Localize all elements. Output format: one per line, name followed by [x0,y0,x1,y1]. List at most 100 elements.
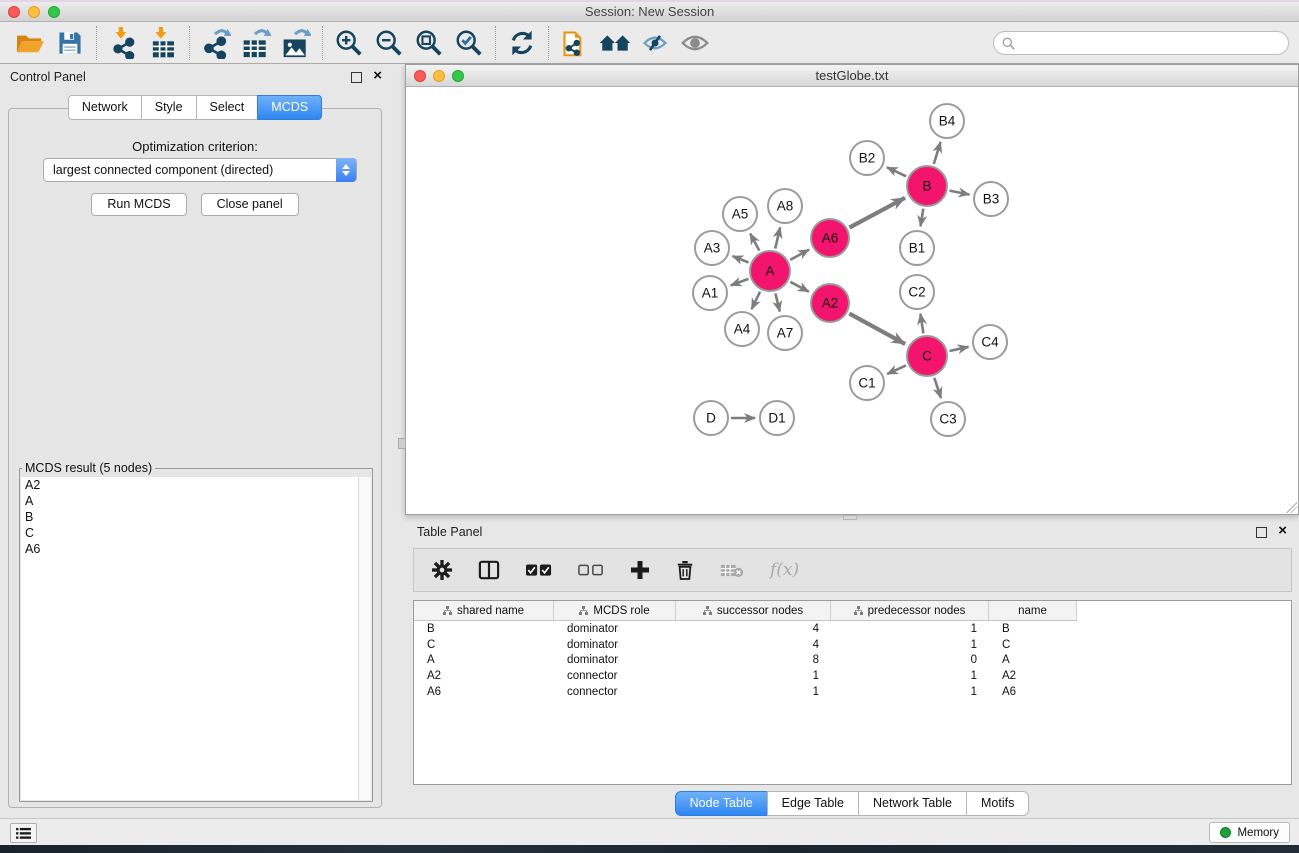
tab-style[interactable]: Style [141,95,197,120]
table-row[interactable]: A2connector11A2 [414,668,1291,684]
result-scrollbar[interactable] [358,477,371,800]
vertical-splitter-handle[interactable] [843,515,857,520]
tab-motifs[interactable]: Motifs [966,791,1029,816]
close-panel-button[interactable]: Close panel [201,193,299,216]
network-close-button[interactable] [414,70,426,82]
graph-node-C3[interactable]: C3 [931,402,965,436]
tab-network[interactable]: Network [68,95,142,120]
tab-select[interactable]: Select [196,95,259,120]
graph-node-C2[interactable]: C2 [900,275,934,309]
split-panel-button[interactable] [478,560,500,580]
tab-node-table[interactable]: Node Table [675,791,768,816]
zoom-out-button[interactable] [369,25,409,61]
column-header-predecessor-nodes[interactable]: predecessor nodes [831,601,989,621]
graph-node-A3[interactable]: A3 [695,231,729,265]
network-from-document-button[interactable] [555,25,595,61]
graph-edge-A-A1[interactable] [731,279,749,286]
graph-edge-A-A2[interactable] [790,282,809,292]
graph-node-A1[interactable]: A1 [693,276,727,310]
memory-button[interactable]: Memory [1209,822,1290,843]
export-table-button[interactable] [236,25,276,61]
table-row[interactable]: Cdominator41C [414,637,1291,653]
column-header-shared-name[interactable]: shared name [414,601,554,621]
graph-node-B1[interactable]: B1 [900,231,934,265]
graph-node-D1[interactable]: D1 [760,401,794,435]
graph-node-A5[interactable]: A5 [723,197,757,231]
column-header-name[interactable]: name [989,601,1077,621]
graph-edge-C-C2[interactable] [920,314,923,334]
network-minimize-button[interactable] [433,70,445,82]
table-row[interactable]: A6connector11A6 [414,684,1291,700]
table-settings-button[interactable] [432,560,452,580]
graph-edge-A-A8[interactable] [775,227,780,248]
table-row[interactable]: Bdominator41B [414,621,1291,637]
column-header-successor-nodes[interactable]: successor nodes [676,601,831,621]
show-hide-details-button[interactable] [675,25,715,61]
graph-edge-A2-C[interactable] [849,314,905,345]
graph-node-A6[interactable]: A6 [811,219,849,257]
graph-edge-C-C1[interactable] [887,365,906,374]
table-row[interactable]: Adominator80A [414,652,1291,668]
minimize-window-button[interactable] [28,6,40,18]
graph-node-A8[interactable]: A8 [768,189,802,223]
graph-node-C4[interactable]: C4 [973,325,1007,359]
graph-edge-C-C3[interactable] [934,378,941,398]
close-panel-icon[interactable]: × [373,68,382,83]
graph-edge-B-B1[interactable] [921,209,924,227]
graph-edge-A-A4[interactable] [752,292,760,310]
toggle-graphics-details-button[interactable] [635,25,675,61]
search-input[interactable] [1019,36,1288,50]
import-table-button[interactable] [143,25,183,61]
graph-edge-A-A3[interactable] [733,256,749,262]
export-image-button[interactable] [276,25,316,61]
graph-edge-C-C4[interactable] [950,347,969,351]
graph-edge-A-A7[interactable] [775,293,779,311]
result-item[interactable]: B [21,509,358,525]
zoom-in-button[interactable] [329,25,369,61]
zoom-selected-button[interactable] [449,25,489,61]
home-button[interactable] [595,25,635,61]
table-float-icon[interactable] [1256,527,1267,538]
panel-splitter-handle[interactable] [398,438,406,449]
tab-edge-table[interactable]: Edge Table [767,791,859,816]
graph-node-C[interactable]: C [907,336,947,376]
deselect-all-button[interactable] [578,564,604,577]
search-field[interactable] [993,31,1289,55]
resize-grip-icon[interactable] [1286,502,1297,513]
graph-node-D[interactable]: D [694,401,728,435]
network-canvas[interactable]: AA6A2BCA5A8A3A1A4A7B2B4B3B1C2C4C1C3DD1 [406,87,1298,514]
close-window-button[interactable] [8,6,20,18]
criterion-dropdown[interactable]: largest connected component (directed) [43,158,357,182]
graph-node-B2[interactable]: B2 [850,141,884,175]
task-history-button[interactable] [10,823,37,843]
graph-node-B[interactable]: B [907,166,947,206]
graph-edge-B-B4[interactable] [934,142,941,164]
run-mcds-button[interactable]: Run MCDS [91,193,186,216]
tab-mcds[interactable]: MCDS [257,95,322,120]
delete-columns-button[interactable] [676,560,694,580]
graph-node-A4[interactable]: A4 [725,312,759,346]
graph-edge-B-B2[interactable] [887,167,906,176]
network-maximize-button[interactable] [452,70,464,82]
result-item[interactable]: A [21,493,358,509]
column-header-MCDS-role[interactable]: MCDS role [554,601,676,621]
result-item[interactable]: A6 [21,541,358,557]
delete-table-button[interactable] [720,563,744,578]
result-item[interactable]: C [21,525,358,541]
graph-node-A[interactable]: A [750,251,790,291]
graph-edge-B-B3[interactable] [950,191,970,195]
graph-node-B3[interactable]: B3 [974,182,1008,216]
graph-node-A7[interactable]: A7 [768,316,802,350]
import-network-button[interactable] [103,25,143,61]
maximize-window-button[interactable] [48,6,60,18]
graph-edge-A-A6[interactable] [790,250,809,260]
zoom-fit-button[interactable] [409,25,449,61]
open-session-button[interactable] [10,25,50,61]
export-network-button[interactable] [196,25,236,61]
graph-node-A2[interactable]: A2 [811,284,849,322]
graph-edge-A-A5[interactable] [750,234,759,251]
select-all-button[interactable] [526,564,552,577]
graph-node-B4[interactable]: B4 [930,104,964,138]
tab-network-table[interactable]: Network Table [858,791,967,816]
float-panel-icon[interactable] [351,72,362,83]
